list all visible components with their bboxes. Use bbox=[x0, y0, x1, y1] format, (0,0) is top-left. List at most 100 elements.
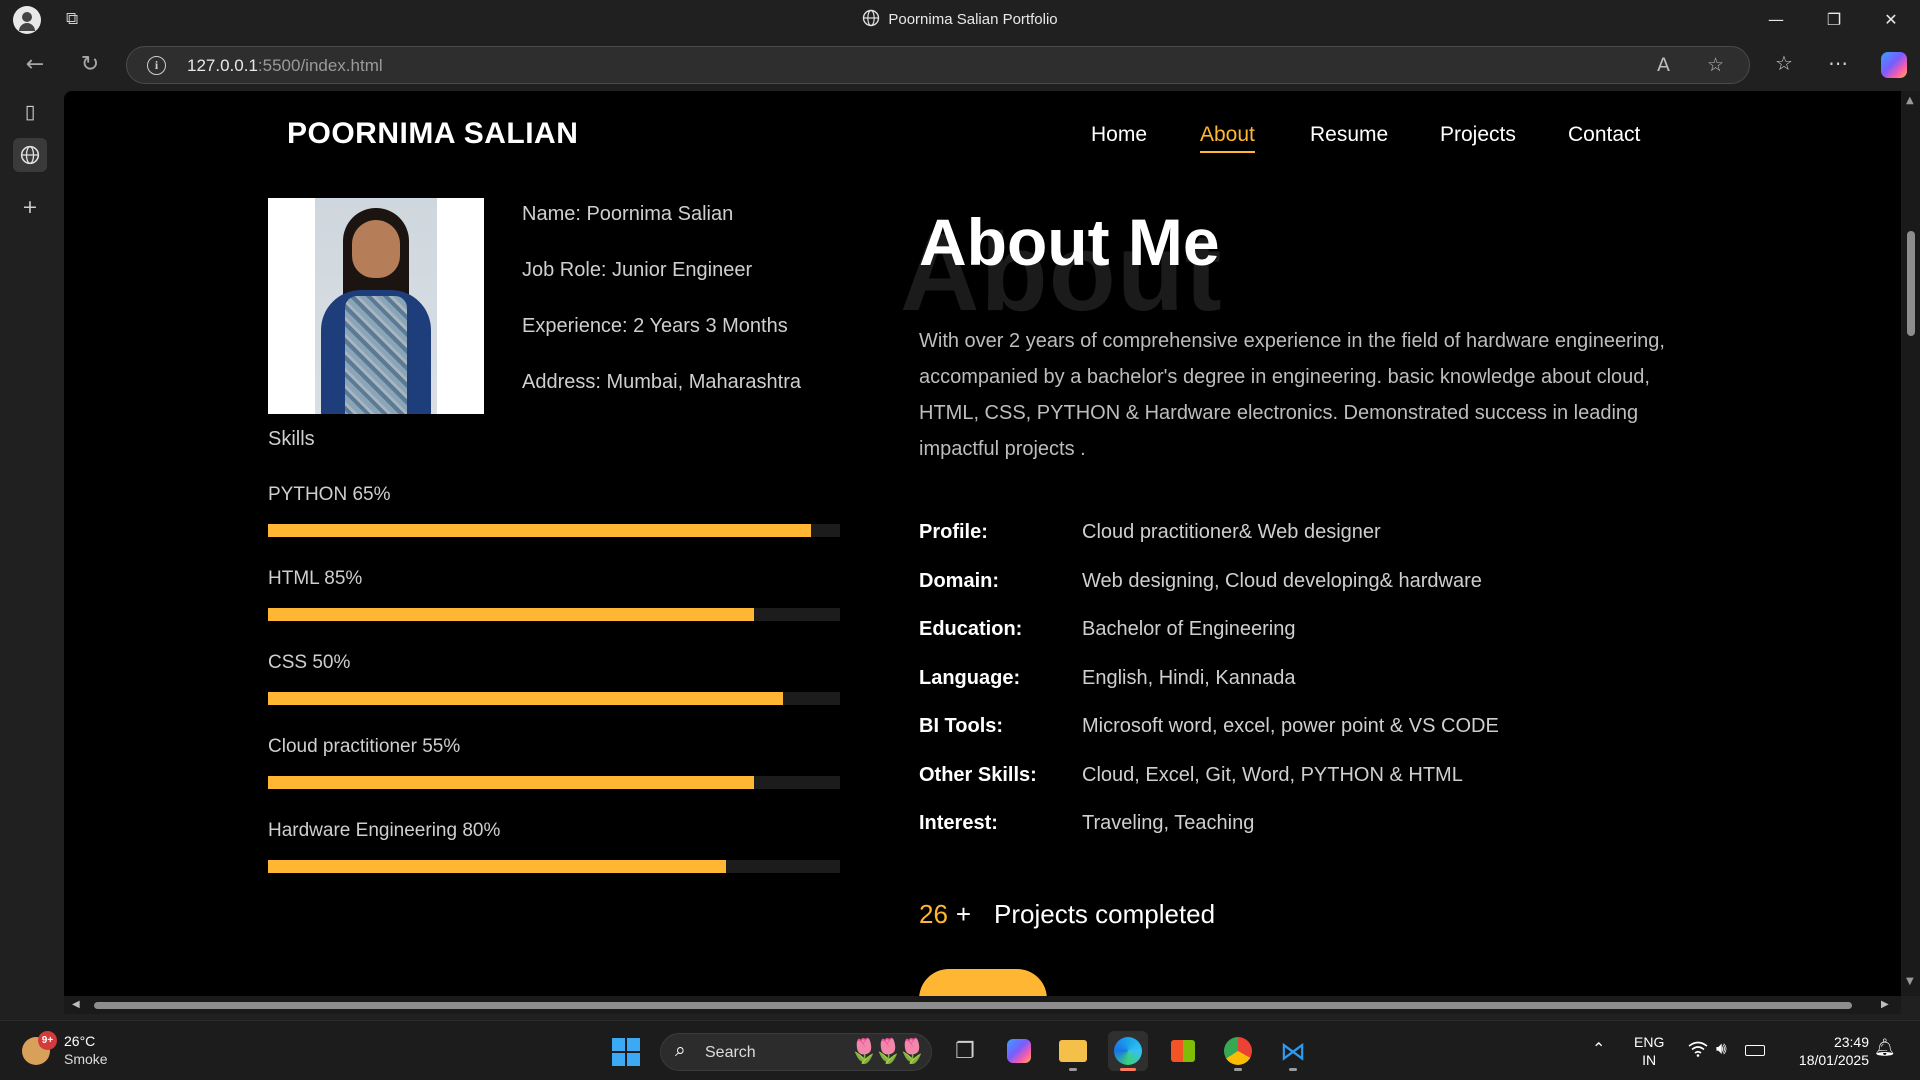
about-paragraph: With over 2 years of comprehensive exper… bbox=[919, 330, 1665, 460]
tab-title-text: Poornima Salian Portfolio bbox=[888, 11, 1058, 28]
taskbar-search[interactable]: ⌕ Search 🌷🌷🌷 bbox=[660, 1033, 932, 1071]
profile-photo bbox=[268, 198, 484, 414]
address-row: ← ↻ i 127.0.0.1:5500/index.html A ☆ ☆ ⋯ bbox=[0, 40, 1920, 90]
chrome-icon[interactable] bbox=[1218, 1031, 1258, 1071]
skill-bar bbox=[268, 608, 840, 621]
clock[interactable]: 23:49 18/01/2025 bbox=[1785, 1033, 1869, 1069]
minimize-icon[interactable]: — bbox=[1747, 0, 1805, 40]
projects-count-plus: + bbox=[955, 899, 972, 929]
url-text[interactable]: 127.0.0.1:5500/index.html bbox=[187, 56, 383, 76]
refresh-icon[interactable]: ↻ bbox=[75, 50, 105, 80]
skill-bar-fill bbox=[268, 860, 726, 873]
scroll-down-icon[interactable]: ▼ bbox=[1906, 976, 1914, 987]
skill-bar-fill bbox=[268, 524, 812, 537]
edge-browser-icon[interactable] bbox=[1108, 1031, 1148, 1071]
skill-label: Hardware Engineering 80% bbox=[268, 820, 501, 841]
detail-key: Other Skills: bbox=[919, 764, 1037, 786]
detail-key: Language: bbox=[919, 667, 1021, 689]
task-view-icon[interactable]: ❐ bbox=[945, 1031, 985, 1071]
horizontal-scroll-thumb[interactable] bbox=[94, 1002, 1852, 1009]
nav-link-about[interactable]: About bbox=[1200, 123, 1255, 153]
nav-link-resume[interactable]: Resume bbox=[1310, 123, 1388, 147]
skills-heading: Skills bbox=[268, 428, 315, 450]
weather-condition: Smoke bbox=[64, 1051, 108, 1067]
current-tab-globe-icon[interactable] bbox=[13, 138, 47, 172]
skill-bar-fill bbox=[268, 776, 755, 789]
copilot-icon[interactable] bbox=[1881, 52, 1907, 78]
microsoft-store-icon[interactable] bbox=[1163, 1031, 1203, 1071]
detail-key: Education: bbox=[919, 618, 1023, 640]
projects-count-label: Projects completed bbox=[994, 899, 1216, 929]
skill-label: CSS 50% bbox=[268, 652, 351, 673]
vertical-scroll-thumb[interactable] bbox=[1907, 231, 1915, 336]
favorites-icon[interactable]: ☆ bbox=[1775, 51, 1793, 75]
notification-badge: 9+ bbox=[38, 1031, 57, 1050]
notifications-bell-icon[interactable]: 🔔︎ bbox=[1874, 1039, 1896, 1057]
nav-link-contact[interactable]: Contact bbox=[1568, 123, 1640, 147]
detail-key: Interest: bbox=[919, 812, 998, 834]
more-menu-icon[interactable]: ⋯ bbox=[1828, 51, 1848, 75]
projects-counter: 26 + Projects completed bbox=[919, 899, 1215, 930]
skill-label: Cloud practitioner 55% bbox=[268, 736, 461, 757]
brand-logo[interactable]: POORNIMA SALIAN bbox=[287, 117, 578, 151]
cta-button[interactable] bbox=[919, 969, 1047, 996]
globe-icon bbox=[862, 9, 880, 31]
vscode-icon[interactable]: ⋈ bbox=[1273, 1031, 1313, 1071]
horizontal-scrollbar[interactable]: ◀ ▶ bbox=[64, 996, 1901, 1014]
detail-value: Traveling, Teaching bbox=[1082, 812, 1255, 834]
detail-key: Domain: bbox=[919, 570, 999, 592]
tulips-icon: 🌷🌷🌷 bbox=[849, 1038, 927, 1065]
scroll-right-icon[interactable]: ▶ bbox=[1881, 999, 1889, 1010]
close-icon[interactable]: ✕ bbox=[1862, 0, 1920, 40]
scroll-left-icon[interactable]: ◀ bbox=[72, 999, 80, 1010]
weather-temperature: 26°C bbox=[64, 1033, 96, 1049]
windows-taskbar: 9+ 26°C Smoke ⌕ Search 🌷🌷🌷 ❐ ⋈ ⌃ ENG IN 🔊… bbox=[0, 1020, 1920, 1080]
profile-experience: Experience: 2 Years 3 Months bbox=[522, 315, 788, 337]
read-aloud-icon[interactable]: A bbox=[1657, 54, 1670, 76]
address-bar[interactable]: i 127.0.0.1:5500/index.html A ☆ bbox=[126, 46, 1750, 84]
detail-key: Profile: bbox=[919, 521, 988, 543]
detail-value: Bachelor of Engineering bbox=[1082, 618, 1296, 640]
skill-label: HTML 85% bbox=[268, 568, 363, 589]
detail-value: Web designing, Cloud developing& hardwar… bbox=[1082, 570, 1482, 592]
tab-title: Poornima Salian Portfolio bbox=[0, 9, 1920, 31]
search-label: Search bbox=[705, 1044, 756, 1061]
vertical-scrollbar[interactable]: ▲ ▼ bbox=[1901, 91, 1920, 996]
browser-sidebar: ▯ + bbox=[0, 90, 60, 1020]
language-indicator[interactable]: ENG IN bbox=[1634, 1033, 1664, 1069]
nav-link-home[interactable]: Home bbox=[1091, 123, 1147, 147]
volume-icon[interactable]: 🔊︎ bbox=[1716, 1040, 1727, 1058]
skill-bar bbox=[268, 692, 840, 705]
show-hidden-icons-chevron-icon[interactable]: ⌃ bbox=[1592, 1041, 1605, 1059]
battery-icon[interactable] bbox=[1745, 1042, 1765, 1060]
file-explorer-icon[interactable] bbox=[1053, 1031, 1093, 1071]
skill-bar-fill bbox=[268, 608, 755, 621]
profile-address: Address: Mumbai, Maharashtra bbox=[522, 371, 802, 393]
favorite-star-icon[interactable]: ☆ bbox=[1707, 54, 1724, 76]
skill-label: PYTHON 65% bbox=[268, 484, 391, 505]
skill-bar bbox=[268, 776, 840, 789]
detail-value: Microsoft word, excel, power point & VS … bbox=[1082, 715, 1499, 737]
page-viewport: POORNIMA SALIAN Home About Resume Projec… bbox=[64, 91, 1901, 996]
wifi-icon[interactable] bbox=[1688, 1041, 1708, 1061]
new-tab-plus-icon[interactable]: + bbox=[13, 190, 47, 224]
back-icon[interactable]: ← bbox=[20, 50, 50, 80]
detail-key: BI Tools: bbox=[919, 715, 1004, 737]
skill-bar bbox=[268, 860, 840, 873]
skill-bar bbox=[268, 524, 840, 537]
tab-actions-icon[interactable]: ▯ bbox=[13, 95, 47, 129]
skill-bar-fill bbox=[268, 692, 783, 705]
detail-value: English, Hindi, Kannada bbox=[1082, 667, 1296, 689]
scroll-up-icon[interactable]: ▲ bbox=[1906, 95, 1914, 106]
profile-name: Name: Poornima Salian bbox=[522, 203, 734, 225]
site-info-icon[interactable]: i bbox=[147, 56, 166, 75]
nav-link-projects[interactable]: Projects bbox=[1440, 123, 1516, 147]
search-icon: ⌕ bbox=[675, 1040, 686, 1061]
profile-job-role: Job Role: Junior Engineer bbox=[522, 259, 753, 281]
windows-start-icon[interactable] bbox=[612, 1038, 640, 1066]
about-heading: About Me bbox=[919, 205, 1220, 279]
restore-icon[interactable]: ❐ bbox=[1805, 0, 1863, 40]
detail-value: Cloud, Excel, Git, Word, PYTHON & HTML bbox=[1082, 764, 1463, 786]
copilot-app-icon[interactable] bbox=[999, 1031, 1039, 1071]
projects-count: 26 bbox=[919, 899, 948, 929]
